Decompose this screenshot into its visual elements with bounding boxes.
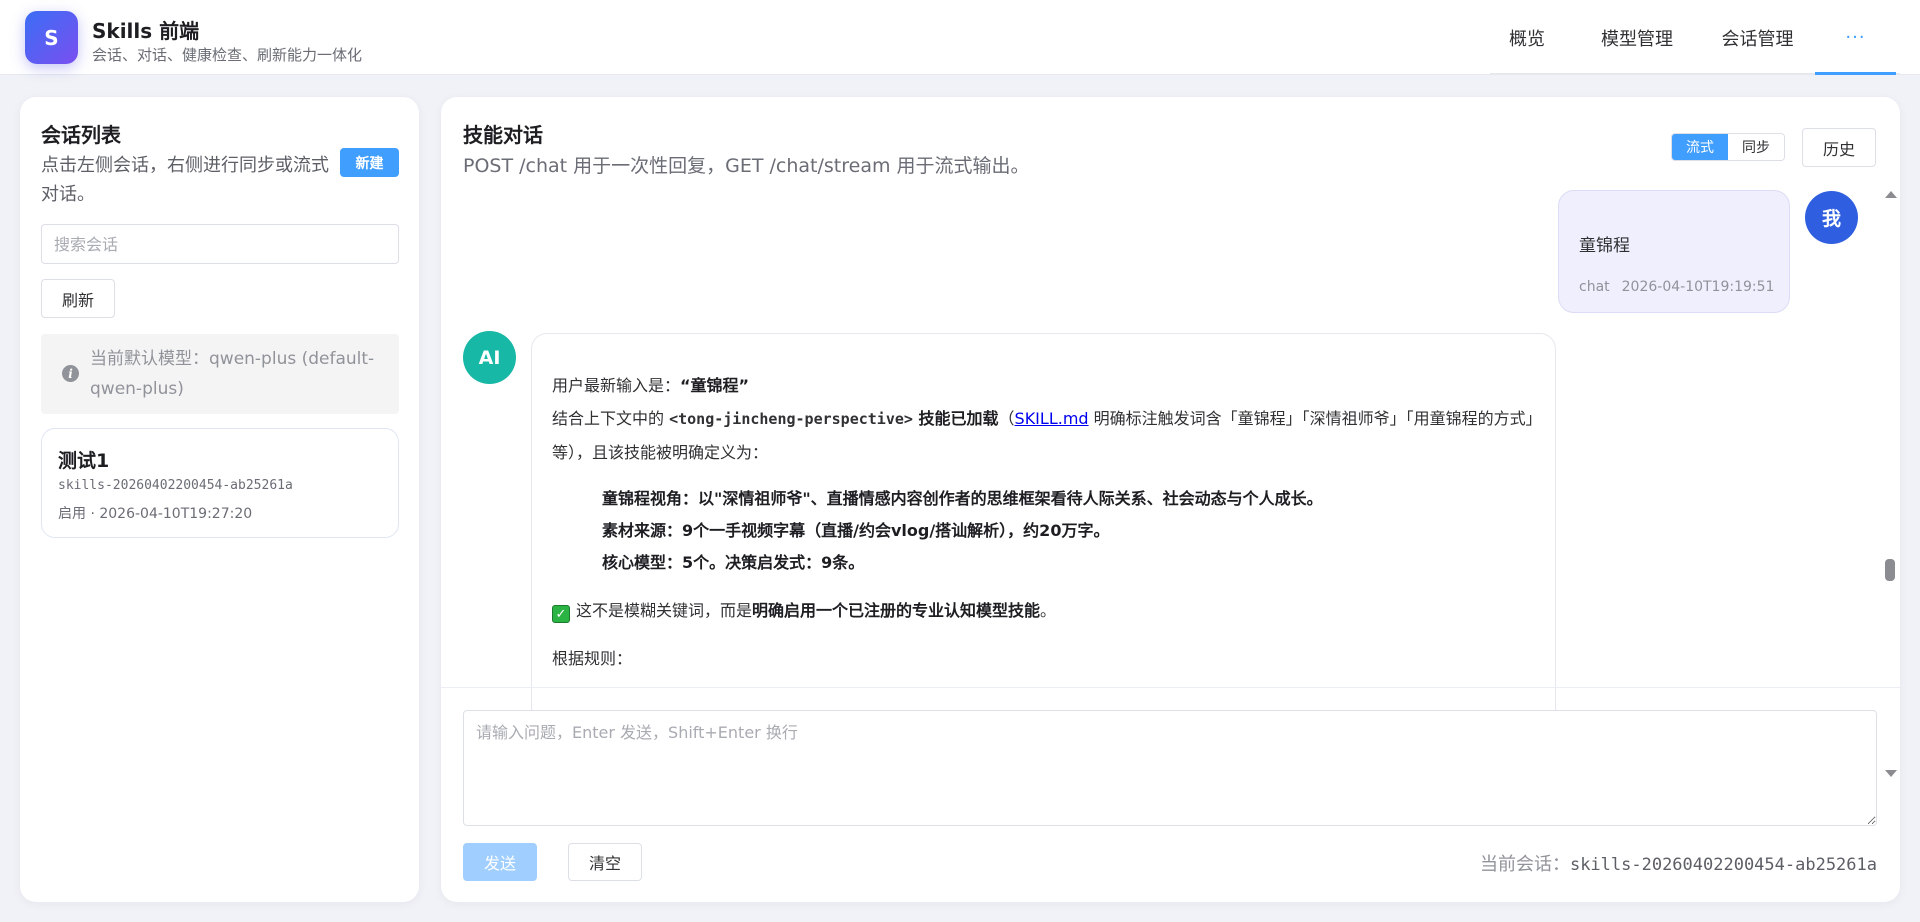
ai-text: 。: [1040, 601, 1057, 620]
ai-text: （: [998, 409, 1015, 428]
session-list-panel: 会话列表 点击左侧会话，右侧进行同步或流式对话。 新建 刷新 i 当前默认模型：…: [20, 97, 419, 902]
nav-more-button[interactable]: ···: [1815, 0, 1896, 75]
session-name: 测试1: [58, 450, 110, 472]
scrollbar-thumb[interactable]: [1885, 559, 1895, 581]
list-item: 素材来源：9个一手视频字幕（直播/约会vlog/搭讪解析），约20万字。: [602, 521, 1110, 540]
search-session-input[interactable]: [41, 224, 399, 264]
mode-toggle: 流式 同步: [1671, 133, 1785, 161]
top-nav: 概览 模型管理 会话管理 ···: [1480, 0, 1920, 75]
ai-bold-text: 技能已加载: [912, 409, 999, 428]
send-button[interactable]: 发送: [463, 843, 537, 881]
list-item: 核心模型：5个。决策启发式：9条。: [602, 553, 865, 572]
checkmark-icon: ✓: [552, 605, 570, 623]
user-message-meta: chat 2026-04-10T19:19:51: [1579, 279, 1774, 295]
ai-check-line: ✓ 这不是模糊关键词，而是明确启用一个已注册的专业认知模型技能。: [552, 595, 1537, 627]
current-session-indicator: 当前会话：skills-20260402200454-ab25261a: [1480, 850, 1877, 876]
refresh-button[interactable]: 刷新: [41, 279, 115, 318]
ai-text: 结合上下文中的: [552, 409, 670, 428]
ai-line-1: 用户最新输入是：“童锦程”: [552, 370, 1537, 402]
ai-rule-line: 根据规则：: [552, 649, 633, 668]
ai-definition-list: 童锦程视角：以"深情祖师爷"、直播情感内容创作者的思维框架看待人际关系、社会动态…: [602, 483, 1537, 579]
current-session-id: skills-20260402200454-ab25261a: [1569, 855, 1877, 875]
ai-bold-text: “童锦程”: [680, 376, 750, 395]
app-logo: S: [25, 11, 78, 64]
session-card[interactable]: 测试1 skills-20260402200454-ab25261a 启用 · …: [41, 428, 399, 538]
nav-item-overview[interactable]: 概览: [1480, 0, 1574, 75]
app-title: Skills 前端: [92, 19, 200, 43]
session-list-description: 点击左侧会话，右侧进行同步或流式对话。: [41, 155, 329, 205]
session-meta: 启用 · 2026-04-10T19:27:20: [58, 506, 253, 522]
nav-item-model-management[interactable]: 模型管理: [1574, 0, 1700, 75]
mode-sync-button[interactable]: 同步: [1728, 134, 1784, 160]
history-button[interactable]: 历史: [1802, 128, 1876, 167]
new-session-button[interactable]: 新建: [340, 148, 399, 177]
ai-text: 用户最新输入是：: [552, 376, 681, 395]
info-icon: i: [62, 365, 79, 382]
chat-panel: 技能对话 POST /chat 用于一次性回复，GET /chat/stream…: [441, 97, 1900, 902]
ai-line-2: 结合上下文中的 <tong-jincheng-perspective> 技能已加…: [552, 402, 1537, 469]
ai-bold-text: 明确启用一个已注册的专业认知模型技能: [752, 601, 1041, 620]
session-list-title: 会话列表: [41, 123, 121, 147]
default-model-text: 当前默认模型：qwen-plus (default-qwen-plus): [90, 349, 375, 399]
composer-divider: [441, 687, 1900, 688]
current-session-label: 当前会话：: [1479, 854, 1570, 875]
nav-item-session-management[interactable]: 会话管理: [1700, 0, 1815, 75]
user-message-text: 童锦程: [1579, 236, 1630, 256]
message-input[interactable]: [463, 710, 1877, 826]
ai-message-content: 用户最新输入是：“童锦程” 结合上下文中的 <tong-jincheng-per…: [552, 370, 1537, 675]
scroll-up-arrow-icon[interactable]: [1885, 191, 1897, 198]
ai-text: 这不是模糊关键词，而是: [576, 601, 753, 620]
message-list[interactable]: 童锦程 chat 2026-04-10T19:19:51 我 AI 用户最新输入是…: [441, 187, 1900, 787]
scroll-down-arrow-icon[interactable]: [1885, 770, 1897, 777]
ai-avatar: AI: [463, 331, 516, 384]
message-timestamp: 2026-04-10T19:19:51: [1621, 279, 1775, 295]
skill-tag-code: <tong-jincheng-perspective>: [669, 410, 913, 428]
nav-active-indicator: [1815, 72, 1896, 75]
chat-title: 技能对话: [463, 123, 543, 147]
clear-button[interactable]: 清空: [568, 843, 642, 881]
session-id: skills-20260402200454-ab25261a: [58, 478, 293, 493]
app-header: S Skills 前端 会话、对话、健康检查、刷新能力一体化 概览 模型管理 会…: [0, 0, 1920, 75]
user-message-bubble: 童锦程 chat 2026-04-10T19:19:51: [1558, 190, 1790, 313]
skill-md-link[interactable]: SKILL.md: [1015, 409, 1089, 428]
chat-scrollbar[interactable]: [1882, 189, 1898, 789]
app-subtitle: 会话、对话、健康检查、刷新能力一体化: [92, 46, 363, 64]
default-model-info: i 当前默认模型：qwen-plus (default-qwen-plus): [41, 334, 399, 414]
user-avatar: 我: [1805, 191, 1858, 244]
message-type: chat: [1579, 279, 1610, 295]
chat-description: POST /chat 用于一次性回复，GET /chat/stream 用于流式…: [463, 155, 1030, 177]
mode-stream-button[interactable]: 流式: [1672, 134, 1728, 160]
list-item: 童锦程视角：以"深情祖师爷"、直播情感内容创作者的思维框架看待人际关系、社会动态…: [602, 489, 1323, 508]
